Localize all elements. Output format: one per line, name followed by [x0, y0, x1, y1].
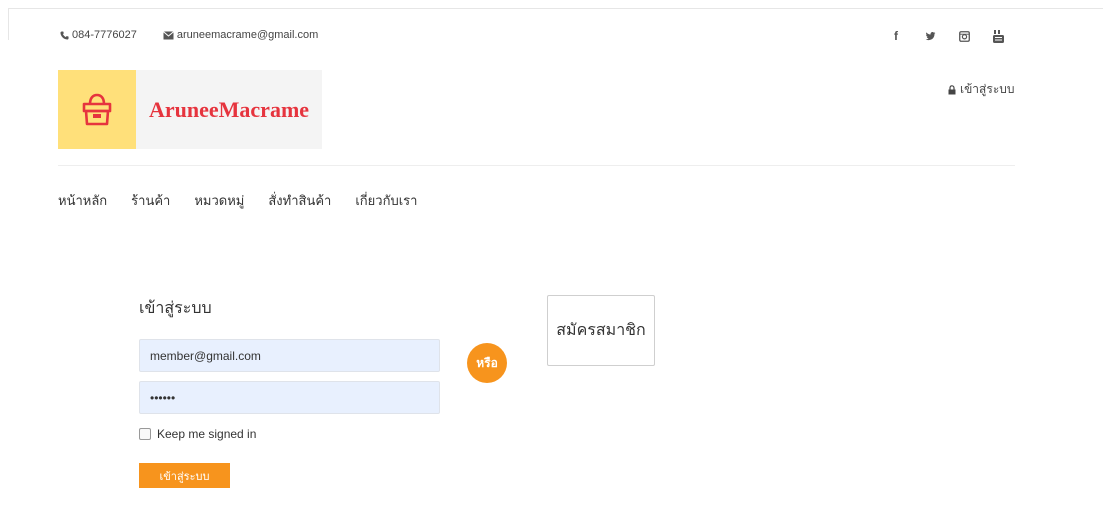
header-divider: [58, 165, 1015, 166]
nav-item-shop[interactable]: ร้านค้า: [131, 190, 170, 211]
brand-logo[interactable]: AruneeMacrame: [58, 70, 322, 149]
twitter-icon[interactable]: [923, 29, 937, 43]
page-top-border: [8, 8, 1103, 9]
or-divider-badge: หรือ: [467, 343, 507, 383]
checkbox-box[interactable]: [139, 428, 151, 440]
page-left-border: [8, 8, 9, 40]
password-field[interactable]: [139, 381, 440, 414]
contact-info: 084-7776027 aruneemacrame@gmail.com: [60, 29, 344, 41]
keep-signed-in-checkbox[interactable]: Keep me signed in: [139, 427, 256, 441]
nav-item-categories[interactable]: หมวดหมู่: [194, 190, 244, 211]
keep-signed-in-label: Keep me signed in: [157, 427, 257, 441]
email-field[interactable]: [139, 339, 440, 372]
header-login-label: เข้าสู่ระบบ: [960, 82, 1015, 96]
nav-item-custom-order[interactable]: สั่งทำสินค้า: [268, 190, 331, 211]
phone-number: 084-7776027: [72, 29, 137, 41]
nav-item-about[interactable]: เกี่ยวกับเรา: [355, 190, 417, 211]
brand-name: AruneeMacrame: [149, 96, 310, 122]
main-nav: หน้าหลัก ร้านค้า หมวดหมู่ สั่งทำสินค้า เ…: [58, 190, 441, 211]
lock-icon: [948, 84, 956, 94]
register-button[interactable]: สมัครสมาชิก: [547, 295, 655, 366]
facebook-icon[interactable]: f: [889, 29, 903, 43]
phone-contact[interactable]: 084-7776027: [60, 29, 137, 41]
email-address: aruneemacrame@gmail.com: [176, 29, 319, 41]
shopping-bag-icon: [58, 70, 136, 149]
login-submit-button[interactable]: เข้าสู่ระบบ: [139, 463, 230, 488]
envelope-icon: [163, 30, 174, 39]
topbar: 084-7776027 aruneemacrame@gmail.com f: [60, 29, 1015, 45]
youtube-icon[interactable]: [991, 29, 1005, 43]
phone-icon: [60, 30, 69, 40]
instagram-icon[interactable]: [957, 29, 971, 43]
nav-item-home[interactable]: หน้าหลัก: [58, 190, 107, 211]
social-links: f: [869, 29, 1005, 43]
header-login-link[interactable]: เข้าสู่ระบบ: [948, 80, 1015, 99]
email-contact[interactable]: aruneemacrame@gmail.com: [163, 29, 318, 41]
login-form-title: เข้าสู่ระบบ: [139, 300, 212, 317]
